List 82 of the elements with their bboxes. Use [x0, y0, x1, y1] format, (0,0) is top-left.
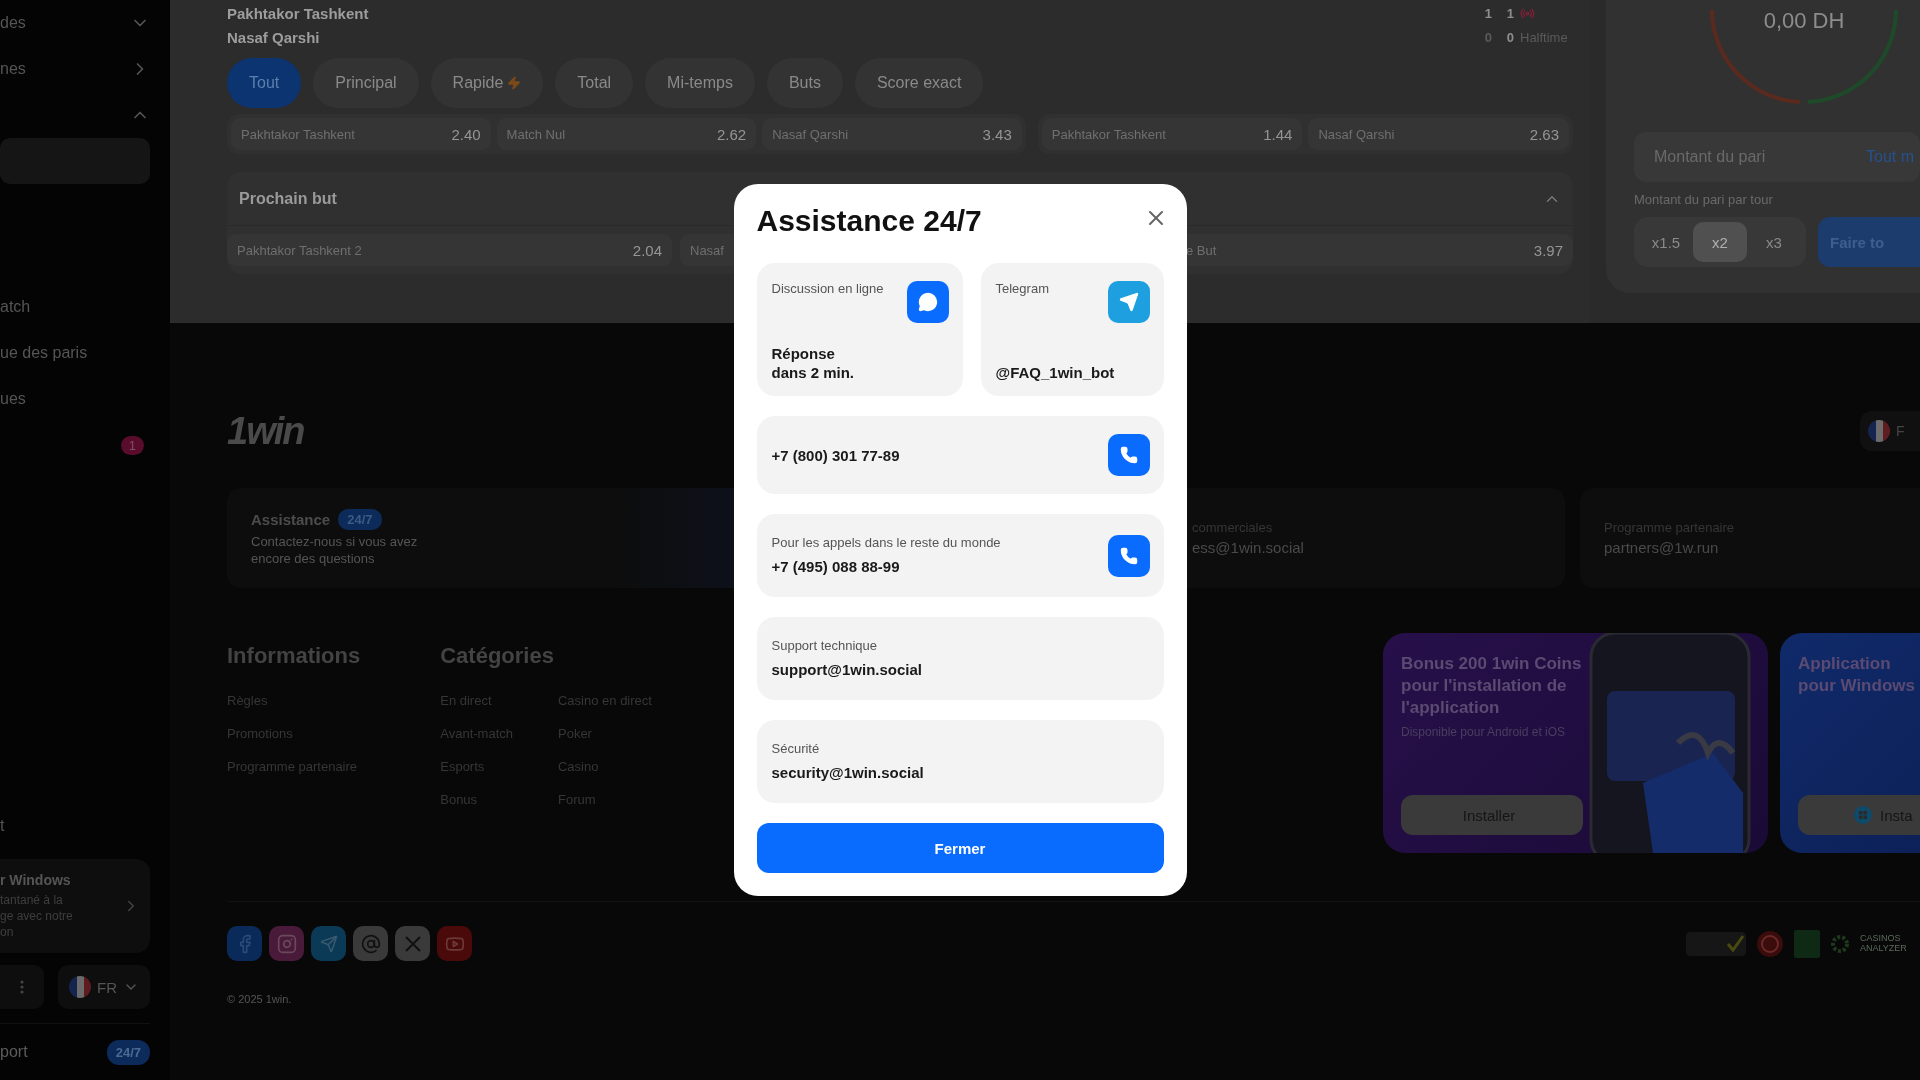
availability-badge: 24/7 [106, 1039, 150, 1065]
phone-icon[interactable] [1107, 434, 1150, 476]
sidebar-item[interactable]: 1 [0, 422, 150, 468]
odds-button[interactable]: Pakhtakor Tashkent 2.40 [231, 118, 491, 150]
contact-tile[interactable]: Discussion en ligne Réponse dans 2 min. [756, 263, 963, 396]
brand-logo[interactable]: 1win [227, 409, 304, 453]
close-dialog-button[interactable]: Fermer [756, 823, 1164, 873]
sidebar-item[interactable]: t [0, 803, 150, 849]
market-title: Prochain but [239, 189, 337, 208]
email-address: partners@1w.run [1604, 539, 1720, 556]
bet-amount: 0,00 DH [1762, 8, 1846, 34]
gear-icon [1830, 933, 1850, 954]
coin-icon [1756, 929, 1784, 958]
telegram-icon[interactable] [311, 926, 346, 961]
youtube-icon[interactable] [437, 926, 472, 961]
odds-button[interactable]: Nasaf Qarshi 3.43 [762, 118, 1022, 150]
market-tab[interactable]: Tout [227, 58, 302, 108]
card-text: Contactez-nous si vous avez encore des questions [251, 534, 419, 567]
odds-button[interactable]: Match Nul 2.62 [496, 118, 757, 150]
odds-button[interactable]: Pakhtakor Tashkent 2 2.04 [227, 234, 672, 266]
logo-text: CASINOS ANALYZER [1860, 933, 1908, 954]
sidebar-item[interactable]: ue des paris [0, 330, 150, 376]
phone-icon[interactable] [1107, 534, 1150, 577]
team-name: Nasaf Qarshi [227, 28, 321, 48]
contact-row[interactable]: Pour les appels dans le reste du monde +7 (495) 088 88-99 [756, 514, 1164, 597]
windows-icon [1854, 806, 1872, 824]
market-tab[interactable]: Total [555, 58, 634, 108]
score-value: 1 [1505, 5, 1514, 23]
phone-number: +7 (495) 088 88-99 [771, 557, 901, 576]
tile-label: Telegram [995, 281, 1049, 297]
tile-value: @FAQ_1win_bot [995, 363, 1116, 382]
card-title: r Windows [0, 871, 72, 888]
contact-tile[interactable]: Telegram @FAQ_1win_bot [980, 263, 1164, 396]
score-value: 1 [1483, 5, 1492, 23]
certificate-seal-icon [1686, 931, 1746, 956]
market-tab[interactable]: Buts [766, 58, 843, 108]
email-address: support@1win.social [771, 660, 922, 679]
card-title: Assistance [251, 511, 331, 529]
count-badge: 1 [120, 435, 144, 455]
instagram-icon[interactable] [269, 926, 304, 961]
contact-label: Pour les appels dans le reste du monde [771, 535, 1001, 551]
market-tab[interactable]: Rapide [430, 58, 544, 108]
x-logo-icon[interactable] [395, 926, 430, 961]
sidebar-item[interactable]: des [0, 0, 150, 46]
copyright-text: © 2025 1win. [227, 993, 293, 1005]
odds-button[interactable]: Pakhtakor Tashkent 1.44 [1041, 118, 1303, 150]
contact-row[interactable]: Sécurité security@1win.social [756, 720, 1164, 803]
tile-label: Discussion en ligne [771, 281, 884, 297]
max-link[interactable]: Tout m [1866, 148, 1914, 166]
promo-title: Application pour Windows [1798, 653, 1915, 698]
paper-plane-icon [1107, 281, 1150, 323]
dialog-title: Assistance 24/7 [756, 204, 982, 238]
language-selector[interactable]: FR [58, 965, 150, 1009]
contact-label: Sécurité [771, 741, 821, 757]
column-heading: Catégories [440, 643, 555, 669]
more-icon [20, 980, 24, 994]
france-flag-icon [69, 976, 91, 998]
sidebar-item[interactable]: nes [0, 46, 150, 92]
multiplier-button[interactable]: x1.5 [1639, 222, 1693, 262]
contact-row[interactable]: +7 (800) 301 77-89 [756, 416, 1164, 494]
column-heading: Informations [227, 643, 361, 669]
market-tab[interactable]: Principal [313, 58, 419, 108]
sidebar-item[interactable]: atch [0, 284, 150, 330]
sidebar-item[interactable]: port [0, 1043, 28, 1061]
contact-row[interactable]: Support technique support@1win.social [756, 617, 1164, 700]
multiplier-button[interactable]: x3 [1747, 222, 1801, 262]
email-address: security@1win.social [771, 763, 924, 782]
phone-number: +7 (800) 301 77-89 [771, 445, 900, 465]
multiplier-button[interactable]: x2 [1693, 222, 1747, 262]
team-name: Pakhtakor Tashkent [227, 4, 369, 24]
odds-button[interactable]: Nasaf Qarshi 2.63 [1308, 118, 1569, 150]
france-flag-icon [1868, 420, 1890, 442]
sidebar-item[interactable]: ues [0, 376, 150, 422]
promo-title: Bonus 200 1win Coins pour l'installation de l'application [1401, 653, 1583, 720]
facebook-icon[interactable] [227, 926, 262, 961]
chat-bubble-icon [906, 281, 949, 323]
market-tab[interactable]: Mi-temps [645, 58, 755, 108]
contact-label: Support technique [771, 638, 879, 654]
tile-value: Réponse dans 2 min. [771, 344, 856, 382]
email-address: ess@1win.social [1192, 539, 1304, 556]
score-value: 0 [1505, 29, 1514, 47]
market-tab[interactable]: Score exact [854, 58, 984, 108]
